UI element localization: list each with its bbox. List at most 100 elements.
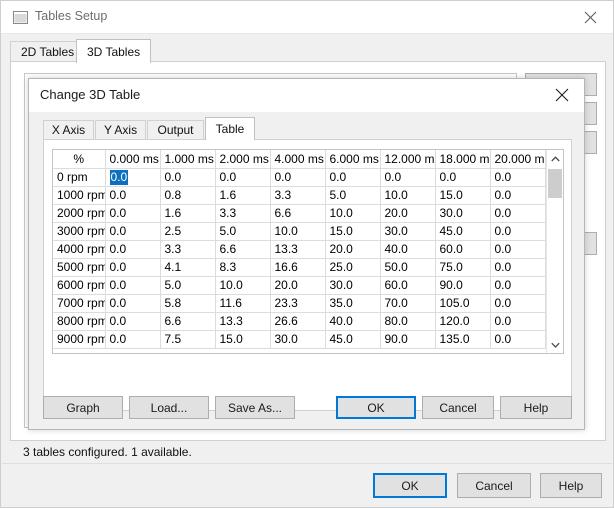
tab-2d-tables[interactable]: 2D Tables bbox=[10, 41, 86, 61]
graph-button[interactable]: Graph bbox=[43, 396, 123, 419]
grid-cell[interactable]: 0.0 bbox=[270, 168, 326, 187]
tab-x-axis[interactable]: X Axis bbox=[43, 120, 94, 139]
grid-cell[interactable]: 50.0 bbox=[380, 258, 436, 277]
grid-row-header[interactable]: 3000 rpm bbox=[53, 222, 106, 241]
grid-cell[interactable]: 15.0 bbox=[325, 222, 381, 241]
grid-cell[interactable]: 135.0 bbox=[435, 330, 491, 349]
grid-cell[interactable]: 40.0 bbox=[325, 312, 381, 331]
grid-cell[interactable]: 0.0 bbox=[105, 312, 161, 331]
grid-column-header[interactable]: 20.000 m bbox=[490, 150, 546, 169]
grid-cell[interactable]: 0.0 bbox=[490, 330, 546, 349]
grid-cell[interactable]: 70.0 bbox=[380, 294, 436, 313]
dialog-cancel-button[interactable]: Cancel bbox=[422, 396, 494, 419]
grid-cell[interactable]: 16.6 bbox=[270, 258, 326, 277]
grid-cell[interactable]: 0.0 bbox=[105, 168, 161, 187]
grid-row-header[interactable]: 2000 rpm bbox=[53, 204, 106, 223]
grid-cell[interactable]: 0.0 bbox=[490, 276, 546, 295]
grid-cell[interactable]: 8.3 bbox=[215, 258, 271, 277]
grid-cell[interactable]: 25.0 bbox=[325, 258, 381, 277]
grid-cell[interactable]: 0.0 bbox=[490, 168, 546, 187]
grid-cell[interactable]: 90.0 bbox=[380, 330, 436, 349]
grid-cell[interactable]: 0.0 bbox=[160, 168, 216, 187]
grid-cell[interactable]: 10.0 bbox=[325, 204, 381, 223]
tab-output[interactable]: Output bbox=[147, 120, 204, 139]
grid-row-header[interactable]: 7000 rpm bbox=[53, 294, 106, 313]
grid-column-header[interactable]: 12.000 m bbox=[380, 150, 436, 169]
grid-cell[interactable]: 0.0 bbox=[490, 204, 546, 223]
dialog-ok-button[interactable]: OK bbox=[336, 396, 416, 419]
grid-cell[interactable]: 0.0 bbox=[380, 168, 436, 187]
grid-cell[interactable]: 1.6 bbox=[215, 186, 271, 205]
grid-cell[interactable]: 90.0 bbox=[435, 276, 491, 295]
tab-3d-tables[interactable]: 3D Tables bbox=[76, 39, 152, 63]
grid-cell[interactable]: 4.1 bbox=[160, 258, 216, 277]
grid-cell[interactable]: 35.0 bbox=[325, 294, 381, 313]
save-as-button[interactable]: Save As... bbox=[215, 396, 295, 419]
grid-cell[interactable]: 0.0 bbox=[105, 240, 161, 259]
main-cancel-button[interactable]: Cancel bbox=[457, 473, 531, 498]
grid-cell[interactable]: 0.0 bbox=[215, 168, 271, 187]
grid-cell[interactable]: 40.0 bbox=[380, 240, 436, 259]
grid-cell[interactable]: 26.6 bbox=[270, 312, 326, 331]
grid-column-header[interactable]: 18.000 m bbox=[435, 150, 491, 169]
grid-cell[interactable]: 15.0 bbox=[435, 186, 491, 205]
grid-cell[interactable]: 0.0 bbox=[490, 258, 546, 277]
grid-cell[interactable]: 0.8 bbox=[160, 186, 216, 205]
main-ok-button[interactable]: OK bbox=[373, 473, 447, 498]
grid-cell[interactable]: 0.0 bbox=[435, 168, 491, 187]
close-icon[interactable] bbox=[567, 1, 613, 33]
chevron-up-icon[interactable] bbox=[547, 150, 563, 167]
grid-column-header[interactable]: 4.000 ms bbox=[270, 150, 326, 169]
grid-cell[interactable]: 10.0 bbox=[270, 222, 326, 241]
grid-cell[interactable]: 6.6 bbox=[160, 312, 216, 331]
grid-row-header[interactable]: 5000 rpm bbox=[53, 258, 106, 277]
grid-cell[interactable]: 0.0 bbox=[105, 276, 161, 295]
scrollbar-thumb[interactable] bbox=[548, 169, 562, 198]
grid-row-header[interactable]: 4000 rpm bbox=[53, 240, 106, 259]
grid-cell[interactable]: 0.0 bbox=[490, 312, 546, 331]
grid-cell[interactable]: 11.6 bbox=[215, 294, 271, 313]
grid-cell[interactable]: 10.0 bbox=[215, 276, 271, 295]
grid-cell[interactable]: 3.3 bbox=[270, 186, 326, 205]
grid-row-header[interactable]: 0 rpm bbox=[53, 168, 106, 187]
main-help-button[interactable]: Help bbox=[540, 473, 602, 498]
grid-cell[interactable]: 30.0 bbox=[380, 222, 436, 241]
grid-cell[interactable]: 0.0 bbox=[105, 258, 161, 277]
grid-row-header[interactable]: 8000 rpm bbox=[53, 312, 106, 331]
grid-cell[interactable]: 30.0 bbox=[435, 204, 491, 223]
tab-table[interactable]: Table bbox=[205, 117, 255, 140]
grid-cell[interactable]: 6.6 bbox=[215, 240, 271, 259]
grid-cell[interactable]: 0.0 bbox=[490, 186, 546, 205]
grid-cell[interactable]: 3.3 bbox=[215, 204, 271, 223]
grid-cell[interactable]: 0.0 bbox=[490, 222, 546, 241]
grid-cell[interactable]: 10.0 bbox=[380, 186, 436, 205]
grid-column-header[interactable]: 1.000 ms bbox=[160, 150, 216, 169]
grid-cell[interactable]: 20.0 bbox=[325, 240, 381, 259]
table-grid[interactable]: % 0.000 ms 1.000 ms 2.000 ms 4.000 ms 6.000 m… bbox=[52, 149, 564, 354]
grid-cell[interactable]: 0.0 bbox=[490, 240, 546, 259]
grid-cell[interactable]: 30.0 bbox=[270, 330, 326, 349]
grid-row-header[interactable]: 6000 rpm bbox=[53, 276, 106, 295]
grid-cell[interactable]: 30.0 bbox=[325, 276, 381, 295]
grid-vertical-scrollbar[interactable] bbox=[546, 150, 563, 353]
chevron-down-icon[interactable] bbox=[547, 336, 563, 353]
grid-cell[interactable]: 5.8 bbox=[160, 294, 216, 313]
grid-row-header[interactable]: 1000 rpm bbox=[53, 186, 106, 205]
grid-column-header[interactable]: 2.000 ms bbox=[215, 150, 271, 169]
grid-cell[interactable]: 0.0 bbox=[325, 168, 381, 187]
load-button[interactable]: Load... bbox=[129, 396, 209, 419]
grid-cell[interactable]: 0.0 bbox=[490, 294, 546, 313]
grid-cell[interactable]: 0.0 bbox=[105, 222, 161, 241]
grid-cell[interactable]: 5.0 bbox=[325, 186, 381, 205]
close-icon[interactable] bbox=[539, 79, 584, 111]
grid-row-header[interactable]: 9000 rpm bbox=[53, 330, 106, 349]
grid-cell[interactable]: 20.0 bbox=[270, 276, 326, 295]
grid-cell[interactable]: 1.6 bbox=[160, 204, 216, 223]
grid-cell[interactable]: 13.3 bbox=[215, 312, 271, 331]
grid-cell[interactable]: 105.0 bbox=[435, 294, 491, 313]
grid-cell[interactable]: 45.0 bbox=[435, 222, 491, 241]
grid-cell[interactable]: 23.3 bbox=[270, 294, 326, 313]
grid-cell[interactable]: 0.0 bbox=[105, 330, 161, 349]
grid-cell[interactable]: 0.0 bbox=[105, 186, 161, 205]
grid-cell[interactable]: 5.0 bbox=[215, 222, 271, 241]
